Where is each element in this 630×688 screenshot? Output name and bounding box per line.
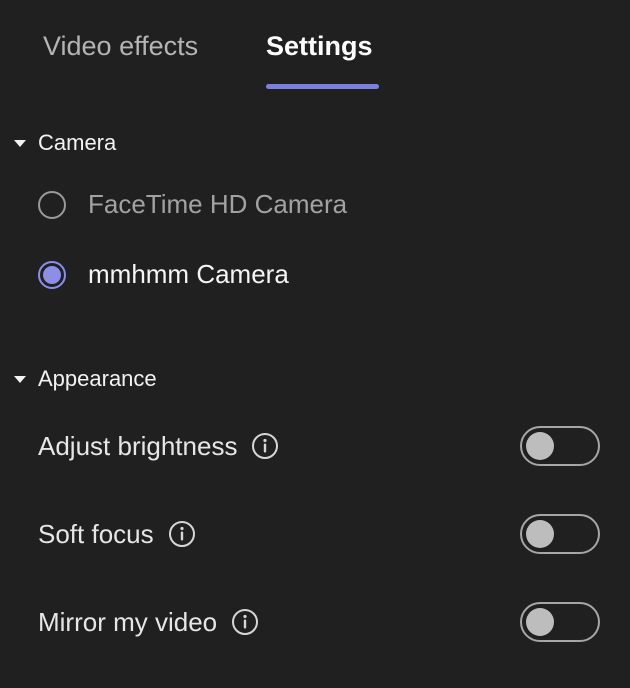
camera-option-mmhmm[interactable]: mmhmm Camera: [38, 259, 289, 290]
toggle-knob: [526, 608, 554, 636]
caret-down-icon: [14, 139, 26, 147]
radio-button-unchecked[interactable]: [38, 190, 66, 219]
adjust-brightness-toggle[interactable]: [520, 426, 600, 466]
camera-option-facetime[interactable]: FaceTime HD Camera: [38, 189, 347, 220]
radio-selected-dot: [43, 265, 61, 284]
info-icon[interactable]: [231, 608, 259, 636]
setting-mirror-video: Mirror my video: [38, 602, 600, 642]
setting-label: Soft focus: [38, 518, 154, 549]
camera-section-title: Camera: [38, 130, 117, 155]
tab-settings[interactable]: Settings: [266, 30, 373, 62]
setting-soft-focus: Soft focus: [38, 514, 600, 554]
toggle-knob: [526, 520, 554, 548]
camera-option-label: mmhmm Camera: [88, 259, 289, 289]
setting-label: Adjust brightness: [38, 430, 238, 461]
mirror-video-toggle[interactable]: [520, 602, 600, 642]
soft-focus-toggle[interactable]: [520, 514, 600, 554]
setting-adjust-brightness: Adjust brightness: [38, 426, 600, 466]
appearance-section-header[interactable]: Appearance: [14, 366, 157, 392]
info-icon[interactable]: [251, 432, 279, 460]
active-tab-indicator: [266, 84, 379, 89]
camera-section-header[interactable]: Camera: [14, 130, 116, 156]
appearance-section-title: Appearance: [38, 366, 157, 391]
caret-down-icon: [14, 375, 26, 383]
radio-button-checked[interactable]: [38, 260, 66, 289]
tab-video-effects[interactable]: Video effects: [43, 30, 198, 62]
info-icon[interactable]: [168, 520, 196, 548]
camera-option-label: FaceTime HD Camera: [88, 189, 348, 219]
setting-label: Mirror my video: [38, 606, 218, 637]
tab-bar: Video effects Settings: [0, 0, 630, 90]
toggle-knob: [526, 432, 554, 460]
